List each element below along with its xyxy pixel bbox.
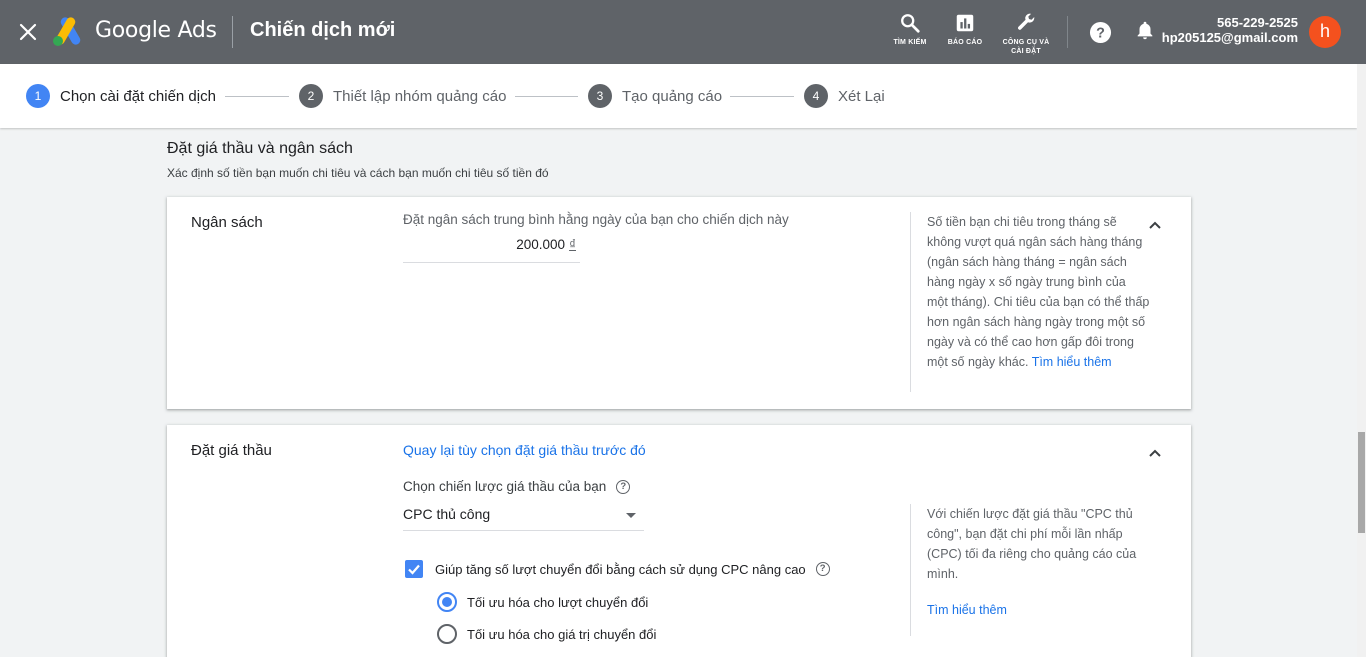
daily-budget-input[interactable]: 200.000 ₫ [403, 235, 580, 263]
tools-label-line1: CÔNG CỤ VÀ [1002, 39, 1050, 46]
report-tool-label: BÁO CÁO [947, 39, 983, 46]
help-question-icon[interactable]: ? [815, 562, 830, 576]
bid-strategy-label: Chọn chiến lược giá thầu của bạn [403, 479, 607, 494]
avatar[interactable]: h [1309, 16, 1341, 48]
budget-value: 200.000 [516, 237, 566, 252]
page-title: Chiến dịch mới [250, 19, 396, 41]
step-connector [730, 96, 794, 97]
scrollbar-track[interactable] [1357, 64, 1366, 657]
radio-button-selected[interactable] [437, 592, 457, 612]
step-4-number: 4 [804, 84, 828, 108]
step-3-label: Tạo quảng cáo [622, 87, 723, 105]
search-icon [901, 14, 920, 33]
step-4[interactable]: 4 Xét Lại [804, 84, 885, 108]
step-2-number: 2 [299, 84, 323, 108]
radio-button[interactable] [437, 624, 457, 644]
budget-card: Ngân sách Đặt ngân sách trung bình hằng … [167, 197, 1191, 409]
search-tool-label: TÌM KIẾM [893, 39, 927, 46]
bid-strategy-prompt: Chọn chiến lược giá thầu của bạn ? [403, 479, 631, 494]
campaign-stepper: 1 Chọn cài đặt chiến dịch 2 Thiết lập nh… [0, 64, 1357, 128]
account-id: 565-229-2525 [1217, 15, 1298, 30]
step-1-label: Chọn cài đặt chiến dịch [60, 87, 216, 105]
help-icon[interactable]: ? [1089, 21, 1112, 49]
svg-text:?: ? [1096, 25, 1105, 41]
bidding-card-label: Đặt giá thầu [191, 442, 272, 459]
radio-label: Tối ưu hóa cho lượt chuyển đổi [467, 594, 649, 610]
section-title: Đặt giá thầu và ngân sách [167, 140, 353, 157]
report-tool-button[interactable]: BÁO CÁO [935, 10, 995, 47]
bidding-help-text: Với chiến lược đặt giá thầu "CPC thủ côn… [927, 507, 1137, 581]
step-2-label: Thiết lập nhóm quảng cáo [333, 87, 507, 105]
budget-learn-more-link[interactable]: Tìm hiểu thêm [1032, 355, 1112, 369]
currency-symbol: ₫ [569, 237, 576, 252]
step-3-number: 3 [588, 84, 612, 108]
radio-label: Tối ưu hóa cho giá trị chuyển đổi [467, 626, 657, 642]
budget-hint: Đặt ngân sách trung bình hằng ngày của b… [403, 212, 789, 227]
account-email: hp205125@gmail.com [1161, 30, 1298, 45]
help-question-icon[interactable]: ? [616, 479, 631, 494]
previous-bidding-options-link[interactable]: Quay lại tùy chọn đặt giá thầu trước đó [403, 442, 646, 458]
step-4-label: Xét Lại [838, 87, 885, 105]
step-1-number: 1 [26, 84, 50, 108]
step-1[interactable]: 1 Chọn cài đặt chiến dịch [26, 84, 216, 108]
notification-bell-icon[interactable] [1134, 18, 1156, 47]
tools-settings-button[interactable]: CÔNG CỤ VÀ CÀI ĐẶT [996, 10, 1056, 56]
wrench-icon [1018, 13, 1035, 30]
step-3[interactable]: 3 Tạo quảng cáo [588, 84, 722, 108]
account-info[interactable]: 565-229-2525 hp205125@gmail.com [1162, 15, 1298, 45]
collapse-chevron-up-icon[interactable] [1147, 217, 1163, 233]
bid-strategy-value: CPC thủ công [403, 506, 491, 522]
enhanced-cpc-label: Giúp tăng số lượt chuyển đổi bằng cách s… [435, 561, 806, 577]
close-icon[interactable] [16, 20, 40, 44]
budget-card-label: Ngân sách [191, 214, 263, 231]
bidding-help-panel: Với chiến lược đặt giá thầu "CPC thủ côn… [910, 504, 1150, 636]
radio-optimize-conversion-value[interactable]: Tối ưu hóa cho giá trị chuyển đổi [437, 624, 656, 644]
collapse-chevron-up-icon[interactable] [1147, 445, 1163, 461]
dropdown-arrow-icon [626, 513, 636, 518]
search-tool-button[interactable]: TÌM KIẾM [880, 10, 940, 47]
bid-strategy-select[interactable]: CPC thủ công [403, 503, 644, 531]
header-divider [232, 16, 233, 48]
bidding-learn-more-link[interactable]: Tìm hiểu thêm [927, 600, 1150, 620]
top-bar: Google Ads Chiến dịch mới TÌM KIẾM BÁO C… [0, 0, 1366, 64]
tools-label-line2: CÀI ĐẶT [1011, 48, 1041, 55]
budget-help-panel: Số tiền bạn chi tiêu trong tháng sẽ khôn… [910, 212, 1150, 392]
report-icon [956, 14, 974, 32]
budget-help-text: Số tiền bạn chi tiêu trong tháng sẽ khôn… [927, 215, 1150, 369]
brand-name: Google Ads [95, 18, 217, 43]
enhanced-cpc-checkbox-row[interactable]: Giúp tăng số lượt chuyển đổi bằng cách s… [405, 560, 830, 578]
section-subtitle: Xác định số tiền bạn muốn chi tiêu và cá… [167, 166, 549, 180]
step-connector [515, 96, 578, 97]
step-2[interactable]: 2 Thiết lập nhóm quảng cáo [299, 84, 506, 108]
scrollbar-thumb[interactable] [1358, 432, 1365, 533]
radio-optimize-conversions[interactable]: Tối ưu hóa cho lượt chuyển đổi [437, 592, 648, 612]
enhanced-cpc-checkbox[interactable] [405, 560, 423, 578]
step-connector [225, 96, 289, 97]
toolbar-divider [1067, 16, 1068, 48]
google-ads-logo-icon [52, 17, 84, 47]
bidding-card: Đặt giá thầu Quay lại tùy chọn đặt giá t… [167, 425, 1191, 657]
